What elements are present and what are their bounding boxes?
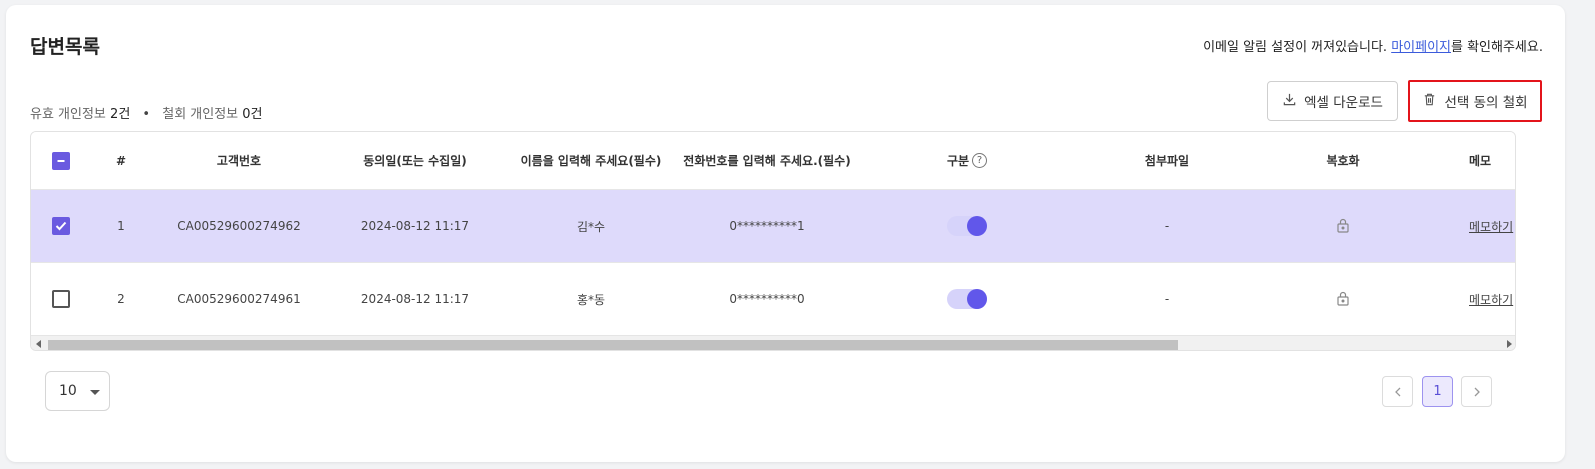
summary-counts: 유효 개인정보 2건 • 철회 개인정보 0건	[30, 103, 263, 122]
col-header-type-label: 구분	[946, 154, 970, 168]
toggle-knob	[967, 289, 987, 309]
row-attachment: -	[1164, 292, 1170, 306]
page-size-select[interactable]: 10	[45, 371, 110, 411]
withdrawn-count: 0건	[242, 107, 263, 122]
notice-text-suffix: 를 확인해주세요.	[1451, 40, 1543, 55]
memo-link[interactable]: 메모하기	[1469, 291, 1513, 308]
col-header-attachment: 첨부파일	[1144, 154, 1190, 168]
next-page-button[interactable]	[1461, 376, 1492, 407]
col-header-decrypt: 복호화	[1326, 154, 1360, 168]
type-toggle[interactable]	[947, 289, 987, 309]
row-attachment: -	[1164, 219, 1170, 233]
table-row[interactable]: 2 CA00529600274961 2024-08-12 11:17 홍*동 …	[31, 263, 1515, 335]
col-header-memo: 메모	[1469, 154, 1492, 168]
table-row[interactable]: 1 CA00529600274962 2024-08-12 11:17 김*수 …	[31, 190, 1515, 263]
row-consent-date: 2024-08-12 11:17	[360, 292, 470, 306]
scroll-right-arrow-icon[interactable]	[1507, 340, 1512, 348]
prev-page-button[interactable]	[1382, 376, 1413, 407]
col-header-type: 구분 ?	[855, 132, 1079, 189]
memo-link[interactable]: 메모하기	[1469, 218, 1513, 235]
row-name: 김*수	[576, 219, 606, 234]
scroll-left-arrow-icon[interactable]	[36, 340, 41, 348]
lock-icon[interactable]	[1336, 217, 1350, 236]
row-phone: 0**********1	[729, 219, 805, 233]
row-no: 2	[117, 292, 125, 306]
withdraw-consent-label: 선택 동의 철회	[1444, 95, 1528, 111]
row-checkbox-cell	[31, 190, 91, 262]
excel-download-label: 엑셀 다운로드	[1304, 95, 1383, 111]
row-no: 1	[117, 219, 125, 233]
type-toggle[interactable]	[947, 216, 987, 236]
answer-table: # 고객번호 동의일(또는 수집일) 이름을 입력해 주세요(필수) 전화번호를…	[30, 131, 1516, 351]
horizontal-scrollbar[interactable]	[31, 335, 1515, 350]
chevron-left-icon	[1394, 387, 1400, 396]
row-memo-cell: 메모하기	[1431, 263, 1515, 335]
col-header-consent-date: 동의일(또는 수집일)	[363, 154, 467, 168]
download-icon	[1282, 92, 1297, 111]
separator-dot: •	[142, 107, 151, 122]
col-header-customer-no: 고객번호	[216, 154, 262, 168]
row-decrypt-cell	[1255, 263, 1431, 335]
select-all-checkbox[interactable]	[52, 151, 70, 170]
page-number-button[interactable]: 1	[1422, 376, 1453, 407]
page-size-value: 10	[59, 383, 77, 399]
chevron-right-icon	[1474, 387, 1480, 396]
row-checkbox[interactable]	[52, 290, 70, 308]
mypage-link[interactable]: 마이페이지	[1391, 40, 1451, 55]
table-header: # 고객번호 동의일(또는 수집일) 이름을 입력해 주세요(필수) 전화번호를…	[31, 132, 1515, 190]
row-customer-no: CA00529600274962	[177, 219, 301, 233]
col-header-name: 이름을 입력해 주세요(필수)	[520, 154, 662, 168]
lock-icon[interactable]	[1336, 290, 1350, 309]
col-header-no: #	[115, 153, 127, 168]
row-consent-date: 2024-08-12 11:17	[360, 219, 470, 233]
row-checkbox-cell	[31, 263, 91, 335]
trash-icon	[1422, 92, 1437, 111]
row-checkbox[interactable]	[52, 217, 70, 235]
row-decrypt-cell	[1255, 190, 1431, 262]
excel-download-button[interactable]: 엑셀 다운로드	[1267, 81, 1398, 121]
valid-label: 유효 개인정보	[30, 107, 106, 122]
email-notice: 이메일 알림 설정이 꺼져있습니다. 마이페이지를 확인해주세요.	[1203, 36, 1543, 55]
scrollbar-thumb[interactable]	[48, 340, 1178, 350]
row-memo-cell: 메모하기	[1431, 190, 1515, 262]
header-checkbox-cell	[31, 132, 91, 189]
withdrawn-label: 철회 개인정보	[162, 107, 239, 122]
valid-count: 2건	[110, 107, 131, 122]
page-title: 답변목록	[30, 36, 100, 58]
row-phone: 0**********0	[729, 292, 805, 306]
chevron-down-icon	[90, 390, 100, 395]
row-type-cell	[855, 190, 1079, 262]
col-header-phone: 전화번호를 입력해 주세요.(필수)	[683, 154, 851, 168]
row-type-cell	[855, 263, 1079, 335]
row-name: 홍*동	[576, 292, 606, 307]
withdraw-consent-button[interactable]: 선택 동의 철회	[1408, 80, 1542, 122]
notice-text-prefix: 이메일 알림 설정이 꺼져있습니다.	[1203, 40, 1392, 55]
row-customer-no: CA00529600274961	[177, 292, 301, 306]
toggle-knob	[967, 216, 987, 236]
question-circle-icon[interactable]: ?	[972, 153, 988, 168]
